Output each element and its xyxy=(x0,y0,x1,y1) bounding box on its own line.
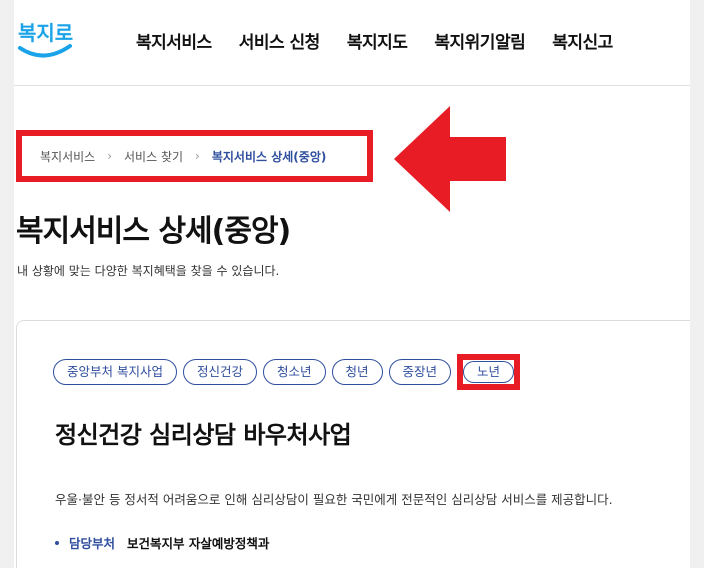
nav-crisis-alert[interactable]: 복지위기알림 xyxy=(434,28,525,53)
main-menu: 복지서비스 서비스 신청 복지지도 복지위기알림 복지신고 xyxy=(136,28,640,53)
tag-youth: 청소년 xyxy=(263,359,326,385)
page-description: 내 상황에 맞는 다양한 복지혜택을 찾을 수 있습니다. xyxy=(17,264,280,278)
global-nav-bar: 복지로 복지서비스 서비스 신청 복지지도 복지위기알림 복지신고 xyxy=(14,0,690,86)
logo-smile-icon xyxy=(18,44,72,58)
browser-viewport: 복지로 복지서비스 서비스 신청 복지지도 복지위기알림 복지신고 복지서비스 … xyxy=(14,0,690,568)
breadcrumb-item-welfare-service[interactable]: 복지서비스 xyxy=(40,148,95,165)
red-arrow-annotation-icon xyxy=(394,106,506,212)
department-row: 담당부처 보건복지부 자살예방정책과 xyxy=(55,533,269,552)
chevron-right-icon: › xyxy=(107,149,113,163)
chevron-right-icon: › xyxy=(195,149,200,163)
nav-welfare-report[interactable]: 복지신고 xyxy=(552,28,613,53)
breadcrumb-item-current: 복지서비스 상세(중앙) xyxy=(211,149,327,164)
tag-mental-health: 정신건강 xyxy=(182,359,257,385)
service-detail-card: 중앙부처 복지사업 정신건강 청소년 청년 중장년 노년 정신건강 심리상담 바… xyxy=(16,320,690,568)
nav-service-apply[interactable]: 서비스 신청 xyxy=(239,28,321,53)
logo-mark: 복지로 xyxy=(18,21,73,58)
logo-text: 복지로 xyxy=(18,21,73,45)
tag-middle-aged: 중장년 xyxy=(388,359,452,385)
department-label: 담당부처 xyxy=(69,536,116,551)
department-value: 보건복지부 자살예방정책과 xyxy=(127,536,270,551)
breadcrumb-item-service-search[interactable]: 서비스 찾기 xyxy=(124,148,183,165)
breadcrumb: 복지서비스 › 서비스 찾기 › 복지서비스 상세(중앙) xyxy=(16,130,373,182)
bullet-dot-icon xyxy=(55,540,59,545)
page-title: 복지서비스 상세(중앙) xyxy=(16,214,291,249)
nav-welfare-service[interactable]: 복지서비스 xyxy=(136,28,212,53)
page-gutter xyxy=(690,0,704,568)
tag-young-adult: 청년 xyxy=(331,359,383,385)
tag-elderly: 노년 xyxy=(463,361,515,383)
bokjiro-logo[interactable]: 복지로 xyxy=(16,14,78,64)
nav-welfare-map[interactable]: 복지지도 xyxy=(347,28,408,53)
tag-highlight-box: 노년 xyxy=(457,354,521,390)
service-tags: 중앙부처 복지사업 정신건강 청소년 청년 중장년 노년 xyxy=(53,354,521,390)
service-title: 정신건강 심리상담 바우처사업 xyxy=(55,421,352,449)
service-description: 우울·불안 등 정서적 어려움으로 인해 심리상담이 필요한 국민에게 전문적인… xyxy=(55,492,613,507)
tag-central-ministry: 중앙부처 복지사업 xyxy=(53,359,177,385)
